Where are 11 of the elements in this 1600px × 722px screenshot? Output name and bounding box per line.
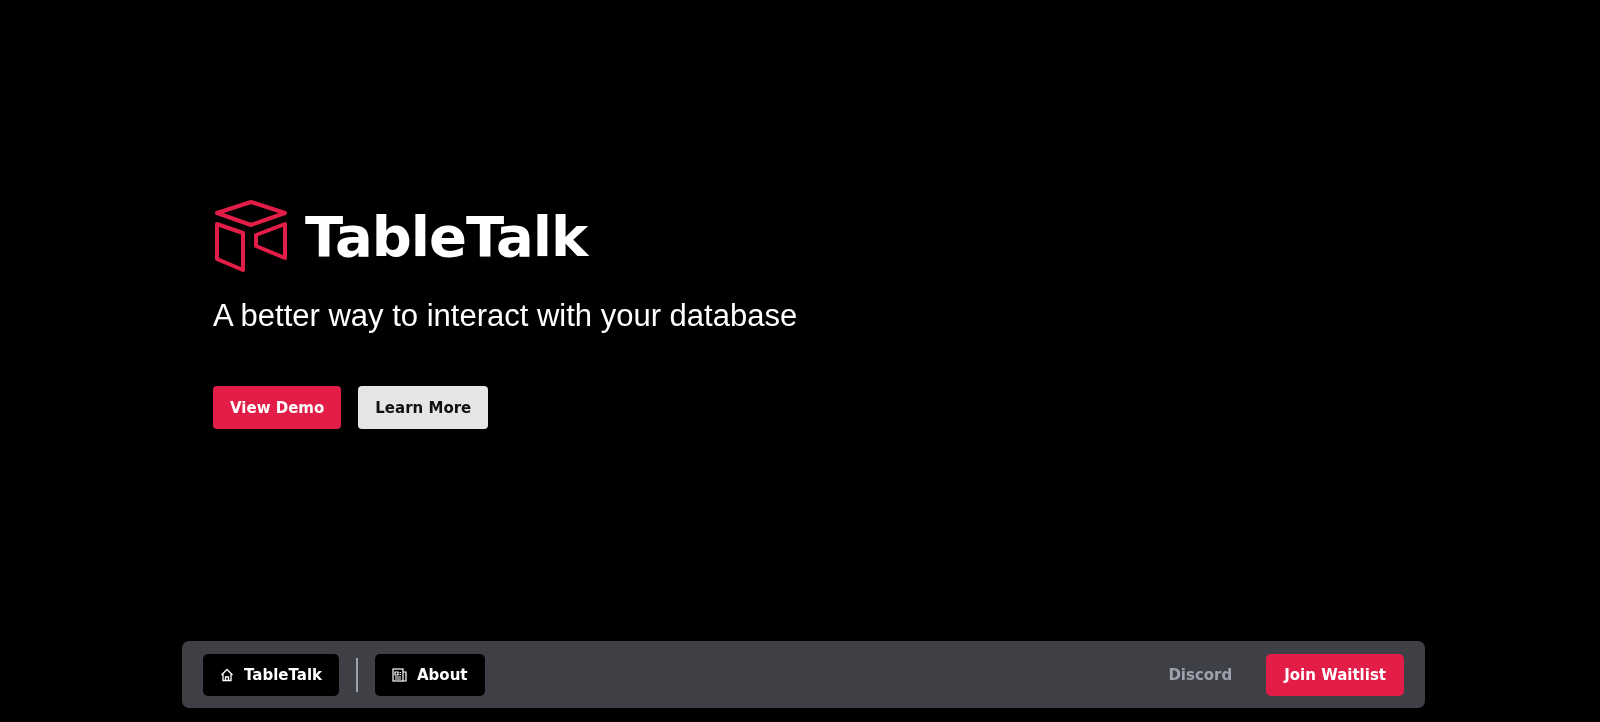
learn-more-button[interactable]: Learn More bbox=[358, 386, 489, 429]
brand-title: TableTalk bbox=[305, 203, 588, 269]
home-icon bbox=[220, 667, 234, 682]
demo-button[interactable]: View Demo bbox=[213, 386, 342, 429]
join-waitlist-button[interactable]: Join Waitlist bbox=[1266, 653, 1404, 696]
nav-button[interactable]: TableTalk bbox=[203, 653, 339, 696]
discord-link[interactable]: Discord bbox=[1168, 665, 1233, 684]
nav-button[interactable]: About bbox=[375, 653, 485, 696]
newspaper-icon bbox=[392, 667, 407, 682]
cube-logo-icon bbox=[213, 200, 289, 272]
tagline: A better way to interact with your database bbox=[213, 298, 799, 334]
